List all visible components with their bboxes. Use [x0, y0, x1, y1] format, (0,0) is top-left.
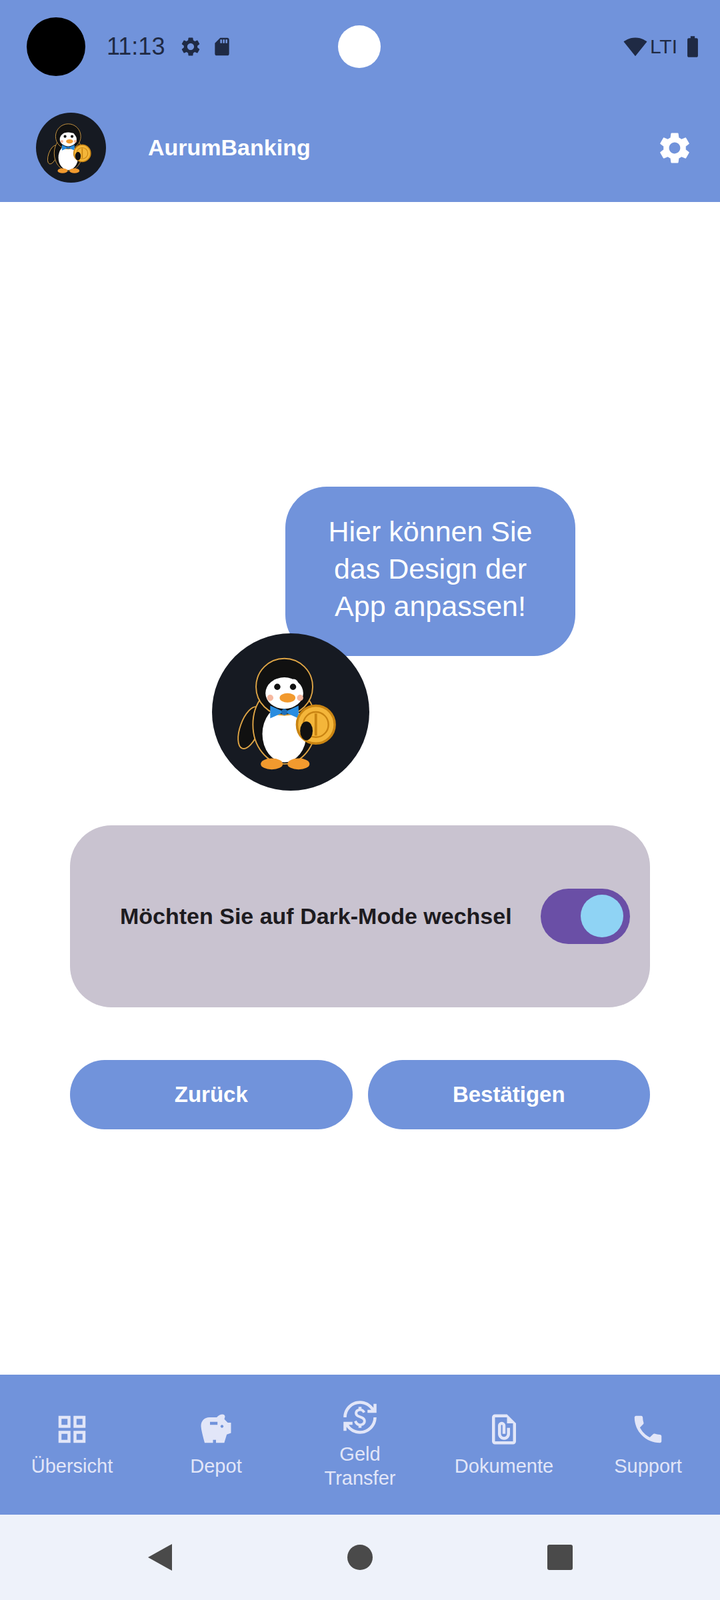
nav-label[interactable]: Übersicht [31, 1454, 114, 1478]
home-circle-icon[interactable] [346, 1544, 374, 1571]
document-icon[interactable] [486, 1411, 522, 1448]
network-type: LTI [650, 35, 678, 58]
status-time: 11:13 [106, 32, 165, 61]
system-back-button[interactable] [143, 1540, 177, 1574]
nav-item[interactable]: Übersicht [0, 1411, 144, 1478]
grid-icon[interactable] [54, 1411, 90, 1448]
status-right: LTI [623, 34, 706, 60]
bottom-nav: Übersicht Depot Geld Transfer Dokumente Supp… [0, 1374, 720, 1515]
recents-square-icon[interactable] [546, 1544, 574, 1571]
nav-label[interactable]: Dokumente [454, 1454, 554, 1478]
nav-item[interactable]: Dokumente [432, 1411, 576, 1478]
sensor-dot [338, 25, 381, 68]
piggy-bank-icon[interactable] [198, 1411, 234, 1448]
phone-icon[interactable] [630, 1411, 666, 1448]
status-bar: 11:13 LTI [0, 0, 720, 94]
battery-icon [680, 34, 706, 60]
back-button[interactable]: Zurück [70, 1060, 353, 1130]
sd-card-icon [211, 36, 233, 58]
nav-label[interactable]: Geld Transfer [305, 1442, 416, 1491]
penguin-mascot-icon [212, 633, 370, 791]
nav-item[interactable]: Support [576, 1411, 720, 1478]
confirm-button[interactable]: Bestätigen [368, 1060, 651, 1130]
currency-exchange-icon[interactable] [342, 1399, 378, 1436]
gear-icon[interactable] [656, 129, 694, 167]
content: Hier können Sie das Design der App anpas… [0, 202, 720, 1375]
nav-item[interactable]: Geld Transfer [288, 1399, 432, 1491]
system-recents-button[interactable] [543, 1540, 577, 1574]
switch-thumb[interactable] [580, 894, 624, 938]
settings-button[interactable] [656, 129, 694, 167]
penguin-logo-icon [36, 112, 106, 183]
system-home-button[interactable] [343, 1540, 377, 1574]
dark-mode-switch[interactable] [540, 888, 630, 944]
mascot-avatar [212, 633, 370, 791]
back-triangle-icon[interactable] [146, 1542, 174, 1572]
nav-label[interactable]: Support [614, 1454, 682, 1478]
screen: 11:13 LTI AurumBanking Hier können Sie das … [0, 0, 720, 1600]
nav-item[interactable]: Depot [144, 1411, 288, 1478]
status-icons [179, 35, 233, 58]
nav-label[interactable]: Depot [190, 1454, 242, 1478]
button-row: ZurückBestätigen [70, 1060, 650, 1130]
app-bar: AurumBanking [0, 93, 720, 202]
speech-bubble: Hier können Sie das Design der App anpas… [285, 486, 576, 656]
dark-mode-label: Möchten Sie auf Dark-Mode wechsel [120, 903, 528, 930]
system-nav-bar [0, 1514, 720, 1600]
wifi-icon [623, 34, 648, 59]
camera-cutout [26, 17, 86, 76]
gear-icon [179, 35, 202, 58]
app-title: AurumBanking [148, 134, 311, 161]
logo [36, 112, 106, 183]
dark-mode-card: Möchten Sie auf Dark-Mode wechsel [70, 825, 650, 1008]
